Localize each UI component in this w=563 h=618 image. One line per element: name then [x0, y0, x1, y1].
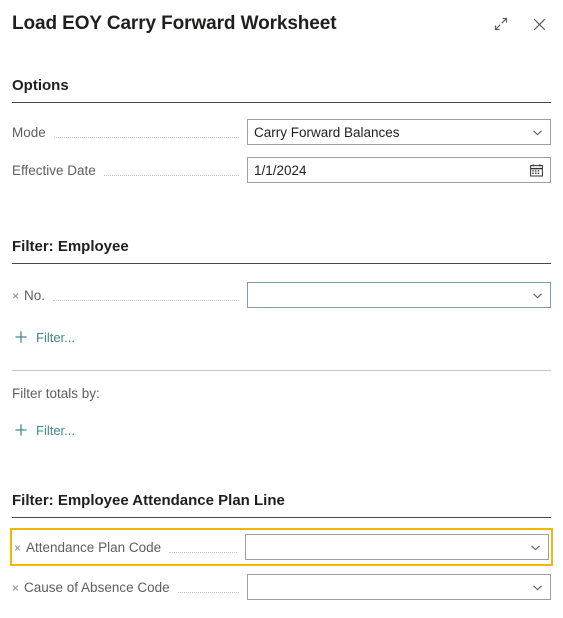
remove-filter-icon[interactable]: × [12, 290, 19, 302]
dialog-content: Options Mode Carry Forward Balances Effe… [0, 52, 563, 602]
field-label-text: Cause of Absence Code [24, 579, 170, 595]
section-heading-filter-plan-line: Filter: Employee Attendance Plan Line [12, 491, 551, 518]
page-title: Load EOY Carry Forward Worksheet [12, 13, 337, 34]
field-label-employee-no: × No. [12, 288, 45, 303]
field-label-mode: Mode [12, 124, 46, 140]
section-heading-filter-employee: Filter: Employee [12, 237, 551, 264]
field-row-cause-of-absence-code: × Cause of Absence Code [12, 572, 551, 602]
add-filter-employee-button[interactable]: Filter... [12, 324, 75, 350]
mode-value: Carry Forward Balances [254, 124, 400, 140]
filter-totals-label: Filter totals by: [12, 386, 100, 401]
titlebar-actions [487, 10, 553, 38]
mode-dropdown[interactable]: Carry Forward Balances [247, 119, 551, 145]
add-filter-totals-button[interactable]: Filter... [12, 417, 75, 443]
remove-filter-icon[interactable]: × [14, 542, 21, 554]
chevron-down-icon[interactable] [531, 289, 544, 302]
leader-dots [53, 127, 239, 138]
field-label-attendance-plan-code: × Attendance Plan Code [14, 540, 161, 555]
field-label-cause-of-absence-code: × Cause of Absence Code [12, 580, 170, 595]
cause-of-absence-code-dropdown[interactable] [247, 574, 551, 600]
employee-no-dropdown[interactable] [247, 282, 551, 308]
field-row-attendance-plan-code[interactable]: × Attendance Plan Code [10, 528, 553, 566]
plus-icon [12, 421, 30, 439]
field-label-effective-date: Effective Date [12, 162, 96, 178]
chevron-down-icon[interactable] [529, 541, 542, 554]
chevron-down-icon[interactable] [531, 126, 544, 139]
section-heading-options: Options [12, 76, 551, 103]
leader-dots [103, 165, 239, 176]
leader-dots [177, 582, 239, 593]
field-label-text: Attendance Plan Code [26, 539, 162, 555]
expand-diagonal-icon[interactable] [487, 10, 515, 38]
add-filter-label: Filter... [36, 329, 76, 345]
dialog-titlebar: Load EOY Carry Forward Worksheet [0, 0, 563, 52]
leader-dots [169, 542, 237, 553]
remove-filter-icon[interactable]: × [12, 582, 19, 594]
effective-date-input[interactable]: 1/1/2024 [247, 157, 551, 183]
attendance-plan-code-dropdown[interactable] [245, 534, 549, 560]
effective-date-value: 1/1/2024 [254, 162, 307, 178]
field-row-effective-date: Effective Date 1/1/2024 [12, 155, 551, 185]
calendar-icon[interactable] [529, 163, 544, 178]
chevron-down-icon[interactable] [531, 581, 544, 594]
leader-dots [53, 290, 239, 301]
field-row-mode: Mode Carry Forward Balances [12, 117, 551, 147]
field-label-text: No. [24, 287, 46, 303]
plus-icon [12, 328, 30, 346]
field-row-employee-no: × No. [12, 280, 551, 310]
close-x-icon[interactable] [525, 10, 553, 38]
add-filter-label: Filter... [36, 422, 76, 438]
